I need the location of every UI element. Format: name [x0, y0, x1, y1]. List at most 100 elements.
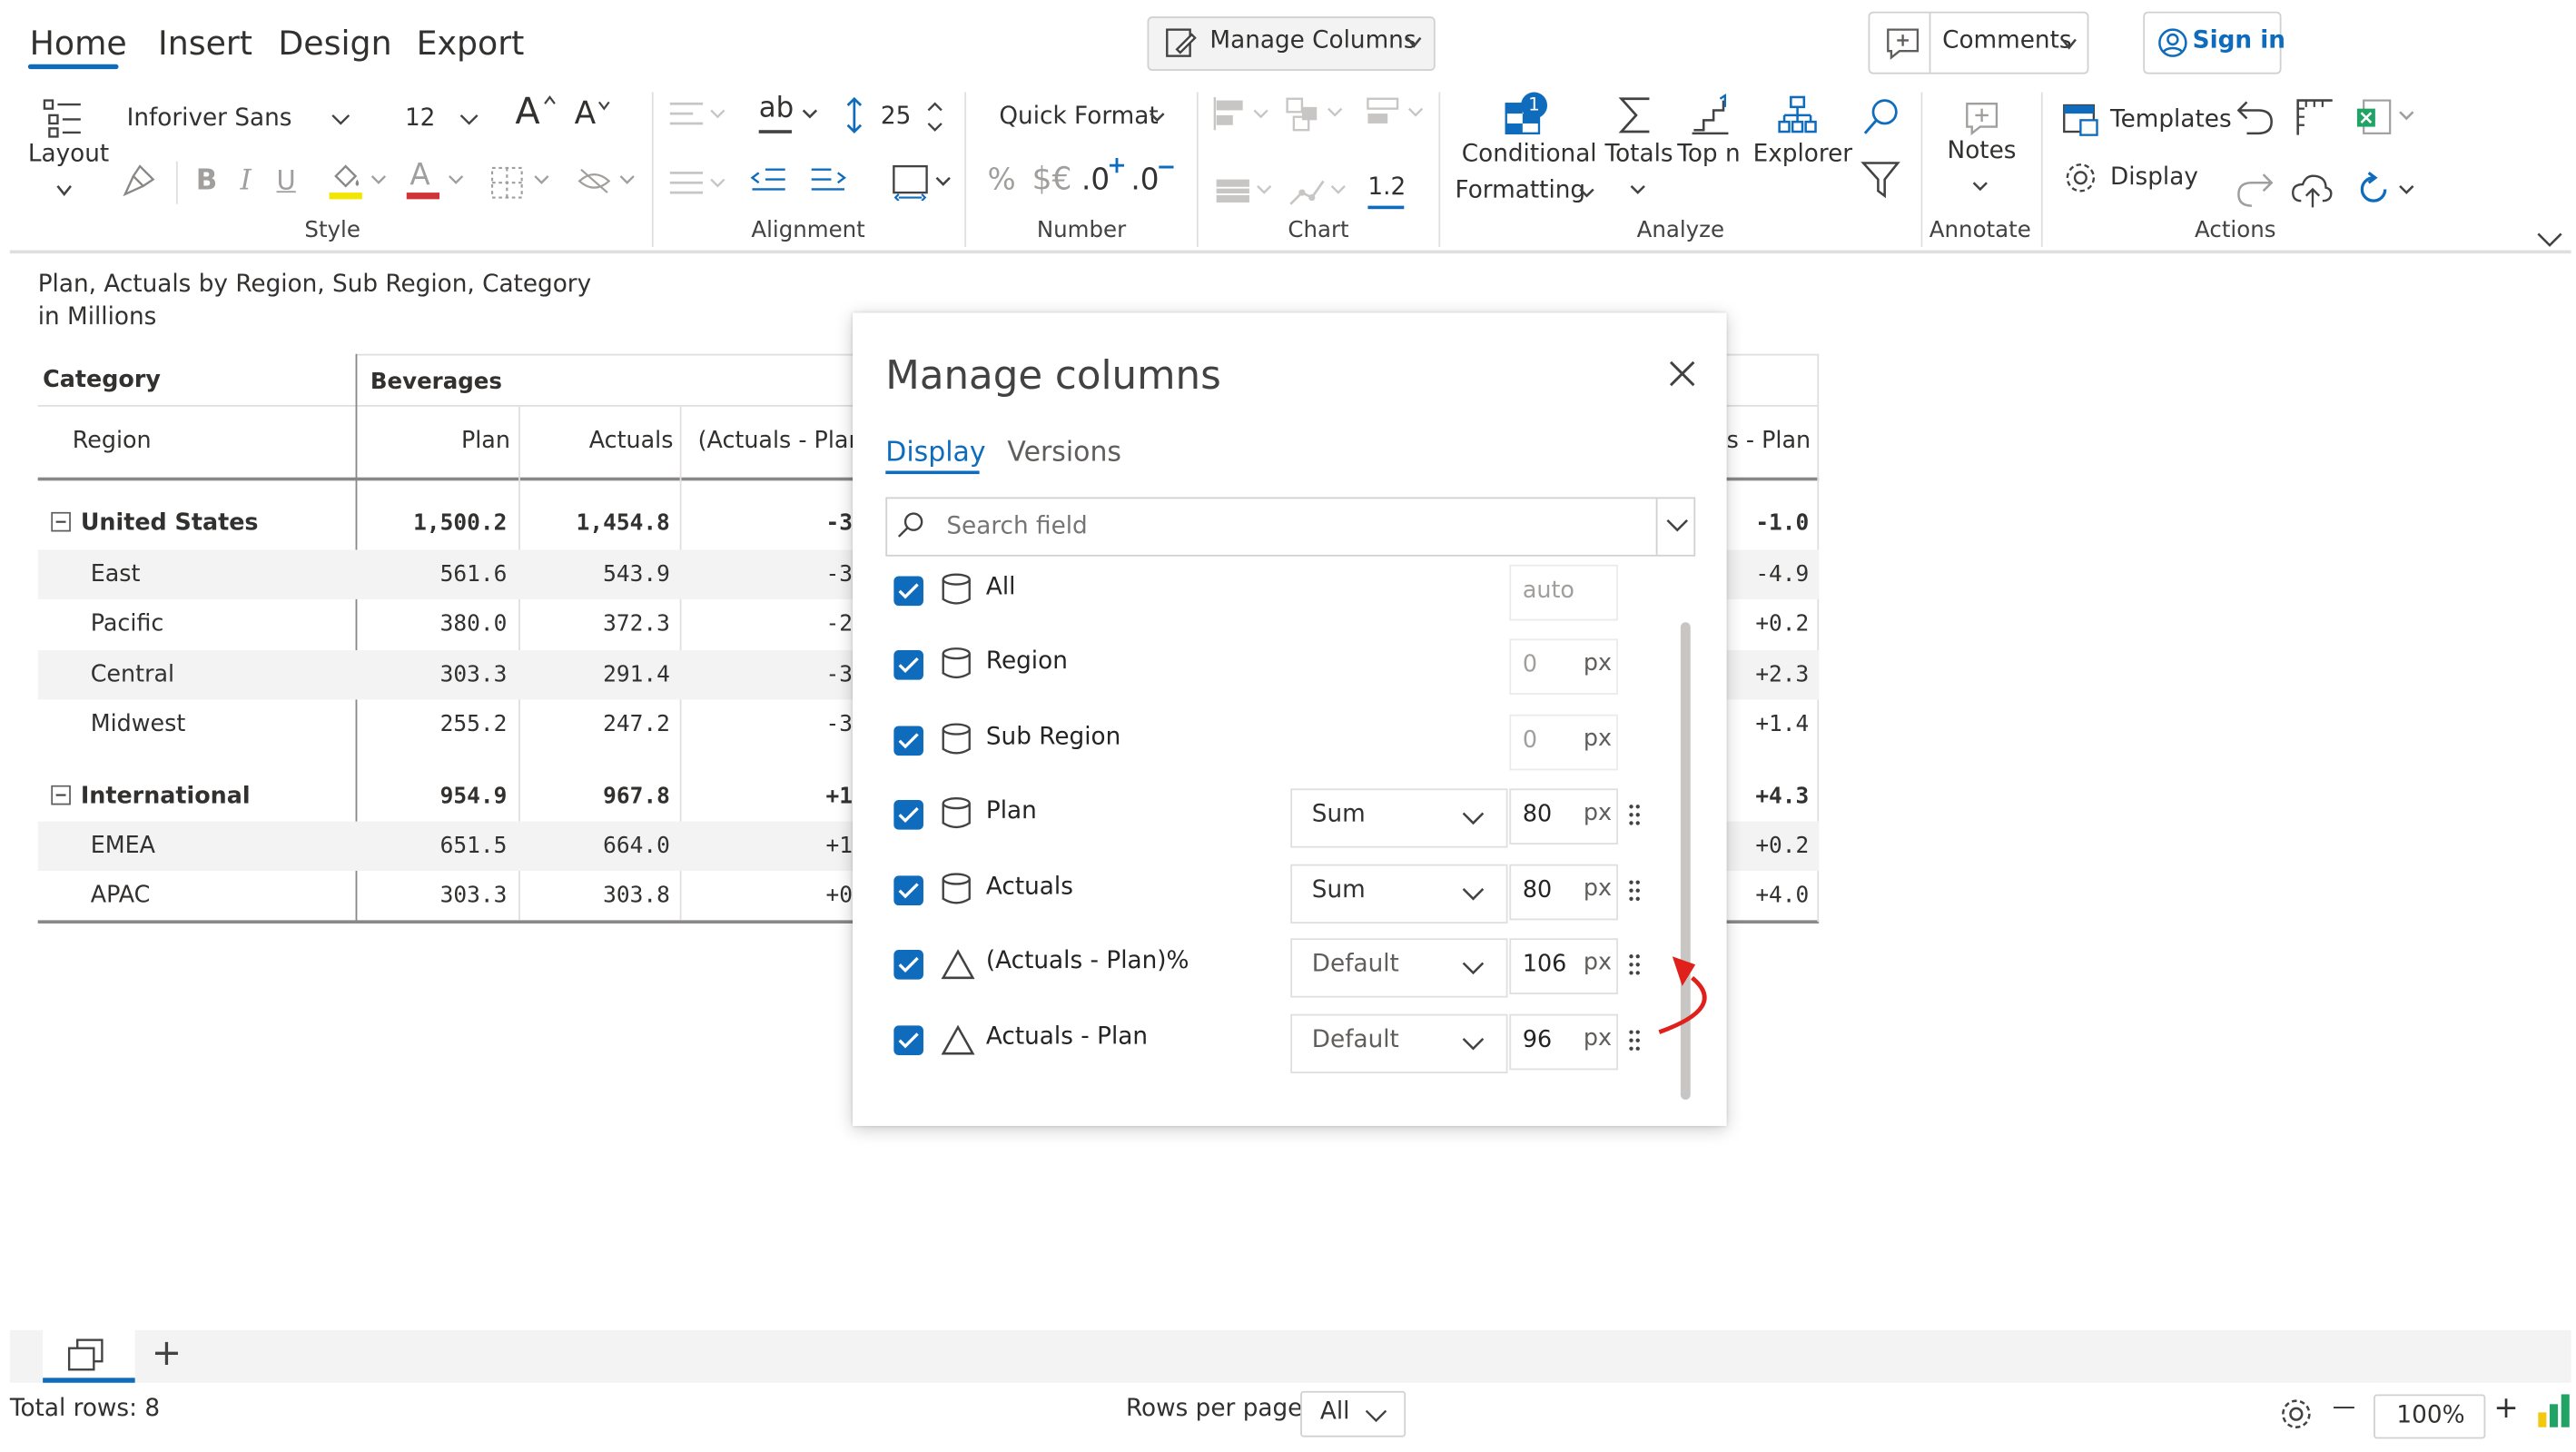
- actuals-header[interactable]: Actuals: [559, 428, 674, 454]
- chart-scale-button[interactable]: 1.2: [1367, 173, 1409, 209]
- collapse-ribbon-icon[interactable]: [2537, 232, 2563, 249]
- filter-icon[interactable]: [1860, 158, 1902, 201]
- variance-chart-icon[interactable]: [1365, 94, 1431, 133]
- templates-button[interactable]: Templates: [2058, 95, 2232, 142]
- percent-button[interactable]: %: [988, 163, 1016, 197]
- table-chart-icon[interactable]: [1213, 174, 1276, 211]
- field-checkbox[interactable]: [893, 650, 923, 680]
- column-width-input[interactable]: 0 px: [1509, 638, 1618, 696]
- chevron-down-icon: [1149, 112, 1165, 123]
- conditional-formatting-button[interactable]: 1 Conditional Formatting: [1448, 92, 1600, 212]
- hide-button[interactable]: [576, 162, 638, 204]
- column-width-input[interactable]: 96 px: [1509, 1013, 1618, 1071]
- search-icon[interactable]: [1860, 95, 1902, 138]
- tab-versions[interactable]: Versions: [1007, 436, 1121, 467]
- comments-divider: [1929, 13, 1931, 73]
- field-row: Actuals - Plan Default 96 px: [853, 1012, 1675, 1073]
- display-button[interactable]: Display: [2061, 158, 2209, 204]
- text-wrap-button[interactable]: ab: [754, 93, 823, 139]
- excel-export-button[interactable]: [2351, 94, 2420, 140]
- drag-handle-icon[interactable]: [1628, 953, 1642, 976]
- refresh-button[interactable]: [2351, 168, 2420, 214]
- rows-per-page-select[interactable]: All: [1300, 1390, 1406, 1437]
- comments-button[interactable]: Comments: [1868, 11, 2089, 74]
- highlight-color-button[interactable]: [326, 162, 389, 204]
- vertical-align-icon[interactable]: [666, 162, 733, 202]
- field-checkbox[interactable]: [893, 875, 923, 906]
- column-width-input[interactable]: 106 px: [1509, 938, 1618, 994]
- chevron-down-icon: [370, 174, 387, 186]
- sign-in-button[interactable]: Sign in: [2143, 11, 2285, 74]
- redo-icon[interactable]: [2234, 168, 2276, 211]
- undo-icon[interactable]: [2234, 95, 2276, 138]
- column-width-value: 0: [1522, 651, 1538, 678]
- borders-button[interactable]: [489, 162, 555, 204]
- aggregation-select[interactable]: Default: [1290, 938, 1508, 998]
- field-checkbox[interactable]: [893, 726, 923, 756]
- column-width-input[interactable]: 0 px: [1509, 714, 1618, 771]
- font-size-select[interactable]: 12: [388, 94, 498, 147]
- totals-button[interactable]: Totals: [1602, 93, 1673, 212]
- search-input[interactable]: [943, 509, 1642, 546]
- decrease-indent-icon[interactable]: [749, 163, 789, 199]
- line-height-stepper[interactable]: 25: [840, 93, 955, 142]
- cloud-upload-icon[interactable]: [2290, 168, 2336, 211]
- cell-padding-button[interactable]: [885, 160, 958, 206]
- bold-button[interactable]: B: [196, 164, 218, 197]
- field-checkbox[interactable]: [893, 949, 923, 980]
- waterfall-chart-icon[interactable]: [1284, 94, 1350, 133]
- tab-display[interactable]: Display: [885, 436, 985, 467]
- top-n-button[interactable]: Top n: [1674, 93, 1747, 175]
- field-checkbox[interactable]: [893, 1025, 923, 1056]
- shrink-font-button[interactable]: A: [575, 95, 617, 142]
- search-box[interactable]: [885, 497, 1696, 557]
- add-sheet-button[interactable]: +: [152, 1333, 182, 1374]
- sparkline-icon[interactable]: [1288, 174, 1350, 211]
- field-checkbox[interactable]: [893, 800, 923, 830]
- field-checkbox[interactable]: [893, 576, 923, 607]
- column-width-input[interactable]: auto: [1509, 564, 1618, 621]
- aggregation-select[interactable]: Sum: [1290, 788, 1508, 848]
- explorer-button[interactable]: Explorer: [1748, 93, 1852, 175]
- grow-font-button[interactable]: A: [515, 93, 558, 139]
- aggregation-select[interactable]: Sum: [1290, 864, 1508, 924]
- bar-chart-icon[interactable]: [1213, 95, 1272, 132]
- format-painter-icon[interactable]: [120, 163, 156, 199]
- collapse-icon[interactable]: [51, 511, 71, 532]
- ribbon-bottom-border: [9, 250, 2571, 254]
- zoom-in-button[interactable]: +: [2493, 1391, 2518, 1426]
- notes-button[interactable]: Notes: [1938, 93, 2023, 208]
- tab-design[interactable]: Design: [278, 23, 391, 63]
- close-icon[interactable]: [1667, 359, 1697, 389]
- manage-columns-button[interactable]: Manage Columns: [1147, 16, 1436, 71]
- collapse-icon[interactable]: [51, 785, 71, 805]
- decrease-decimal-button[interactable]: .0: [1130, 158, 1177, 204]
- tab-insert[interactable]: Insert: [158, 23, 252, 63]
- freeze-pane-icon[interactable]: [2293, 95, 2335, 138]
- increase-indent-icon[interactable]: [808, 163, 848, 199]
- drag-handle-icon[interactable]: [1628, 879, 1642, 902]
- drag-handle-icon[interactable]: [1628, 804, 1642, 826]
- variance-pct-header[interactable]: (Actuals - Plan: [698, 428, 854, 454]
- italic-button[interactable]: I: [241, 164, 252, 197]
- currency-button[interactable]: $€: [1032, 162, 1072, 198]
- zoom-out-button[interactable]: —: [2333, 1394, 2355, 1420]
- horizontal-align-icon[interactable]: [666, 95, 733, 135]
- font-family-select[interactable]: Inforiver Sans: [108, 94, 370, 147]
- increase-decimal-button[interactable]: .0: [1081, 158, 1128, 204]
- column-width-input[interactable]: 80 px: [1509, 788, 1618, 845]
- drag-handle-icon[interactable]: [1628, 1029, 1642, 1052]
- quick-format-select[interactable]: Quick Format: [981, 94, 1182, 143]
- tab-home[interactable]: Home: [30, 23, 127, 63]
- column-width-input[interactable]: 80 px: [1509, 864, 1618, 921]
- layout-button[interactable]: Layout: [23, 93, 109, 208]
- plan-header[interactable]: Plan: [411, 428, 510, 454]
- tab-export[interactable]: Export: [417, 23, 525, 63]
- zoom-level[interactable]: 100%: [2374, 1394, 2486, 1439]
- chevron-down-icon[interactable]: [1666, 519, 1689, 533]
- aggregation-select[interactable]: Default: [1290, 1013, 1508, 1073]
- settings-gear-icon[interactable]: [2278, 1396, 2314, 1432]
- font-color-button[interactable]: A: [403, 158, 466, 204]
- sheet-tab-active[interactable]: [43, 1329, 135, 1383]
- underline-button[interactable]: U: [277, 164, 296, 195]
